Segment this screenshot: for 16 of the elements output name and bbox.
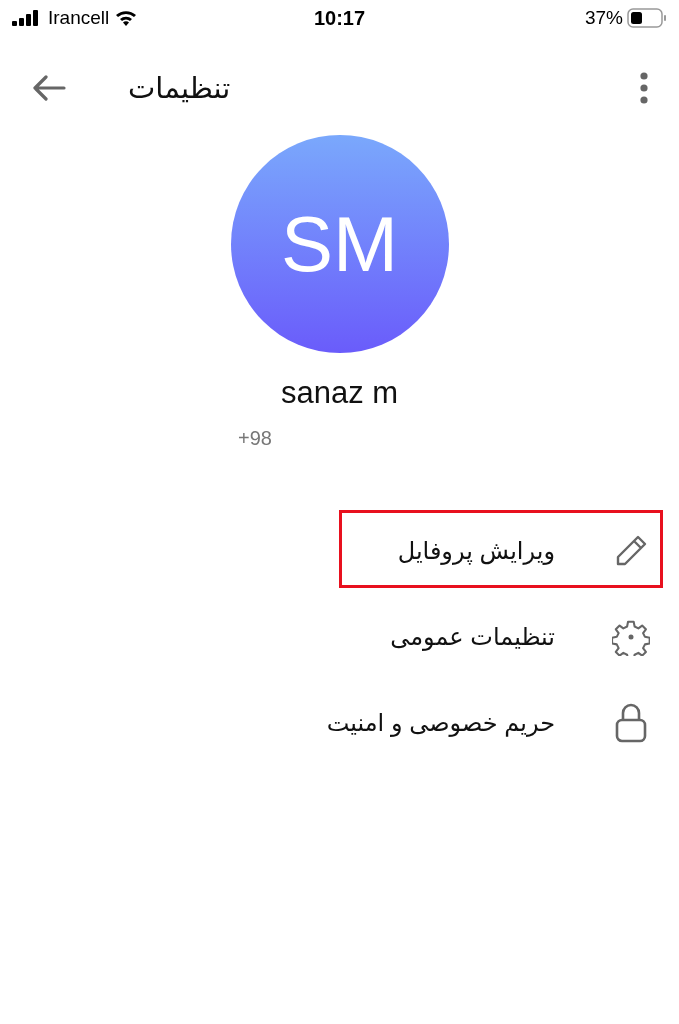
- screen-title: تنظیمات: [128, 71, 232, 105]
- more-options-icon[interactable]: [639, 72, 649, 104]
- wifi-icon: [115, 10, 138, 26]
- menu-item[interactable]: حریم خصوصی و امنیت: [0, 680, 679, 766]
- gear-icon: [612, 618, 650, 656]
- lock-icon: [615, 703, 647, 743]
- menu-item[interactable]: تنظیمات عمومی: [0, 594, 679, 680]
- phone-number: +98: [238, 427, 272, 450]
- carrier-name: Irancell: [48, 7, 110, 29]
- menu-item[interactable]: ویرایش پروفایل: [0, 508, 679, 594]
- battery-percent: 37%: [584, 7, 623, 29]
- pencil-icon: [614, 534, 648, 568]
- battery-icon: [627, 8, 667, 28]
- back-arrow-icon[interactable]: [32, 75, 66, 101]
- profile-name: sanaz m: [280, 375, 399, 411]
- clock-time: 10:17: [312, 6, 367, 30]
